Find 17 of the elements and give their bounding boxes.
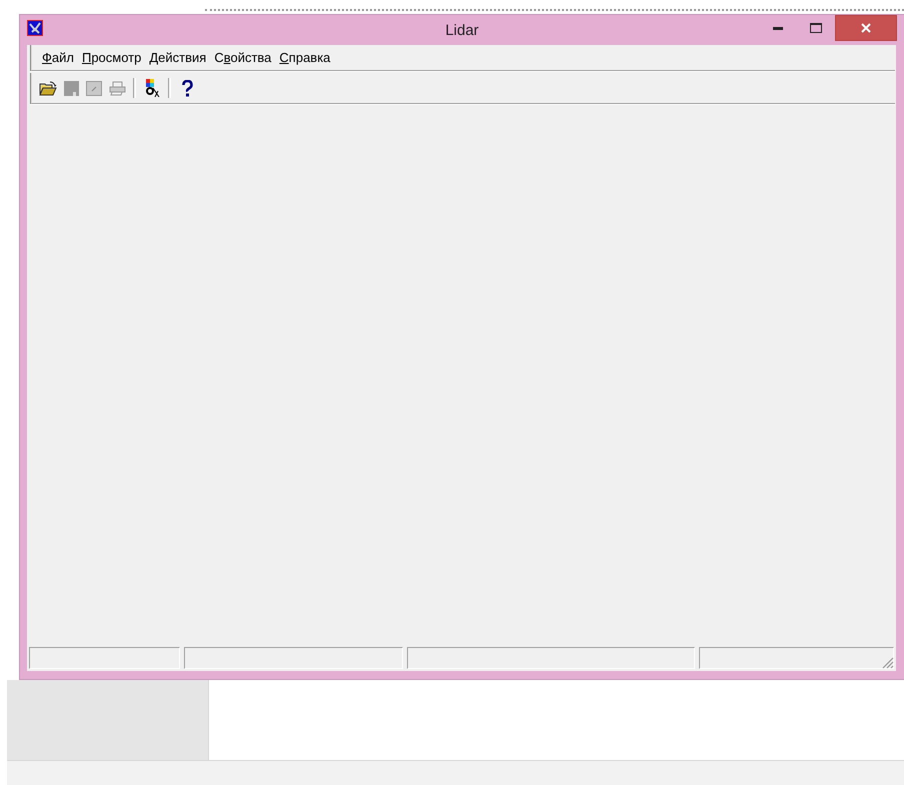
menu-item[interactable]: Файл — [38, 48, 78, 67]
folder-icon — [39, 80, 57, 96]
close-icon — [861, 23, 871, 33]
menu-item[interactable]: Просмотр — [78, 48, 146, 67]
window-title: Lidar — [445, 22, 479, 39]
frame-icon — [86, 80, 102, 96]
menu-item[interactable]: Действия — [145, 48, 210, 67]
menu-item[interactable]: Справка — [275, 48, 334, 67]
question-mark-icon — [182, 80, 192, 96]
color-blocks-icon — [144, 79, 160, 97]
menu-item[interactable]: Свойства — [210, 48, 276, 67]
app-icon — [27, 20, 43, 36]
printer-icon — [108, 80, 126, 96]
close-button[interactable] — [835, 15, 897, 41]
resize-grip-icon — [882, 657, 894, 669]
minimize-icon — [773, 26, 783, 30]
maximize-icon — [810, 23, 822, 33]
